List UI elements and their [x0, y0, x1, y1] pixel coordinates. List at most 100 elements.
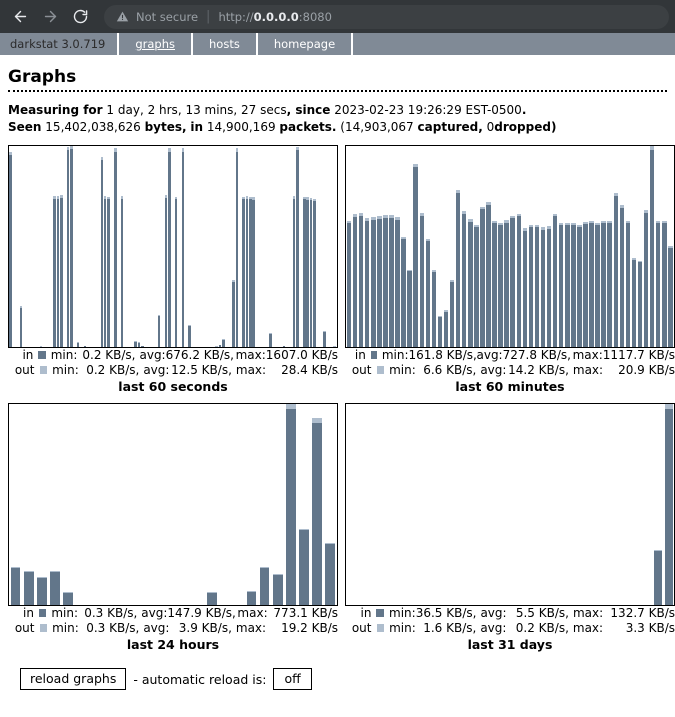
bar-in-segment: [498, 225, 503, 347]
legend-max-value: 773.1 KB/s: [273, 606, 338, 620]
bar-in-segment: [601, 223, 606, 347]
bytes-value: 15,402,038,626: [45, 120, 141, 134]
legend-min-label: min:: [52, 363, 79, 377]
bar-in-segment: [668, 248, 673, 347]
bar-in-segment: [480, 209, 485, 347]
address-bar[interactable]: Not secure | http://0.0.0.0:8080: [104, 4, 669, 29]
bar-in-segment: [631, 259, 637, 347]
bar-in-segment: [63, 592, 73, 605]
graph-plot: [8, 145, 338, 348]
legend-direction: in: [22, 348, 34, 362]
bar-in-segment: [352, 217, 358, 347]
graph-legend: in min: 0.2 KB/s, avg: 676.2 KB/s, max: 1607.0…: [8, 348, 338, 378]
nav-link-hosts[interactable]: hosts: [193, 33, 258, 55]
bar-in-segment: [346, 223, 352, 347]
darkstat-nav: darkstat 3.0.719 graphs hosts homepage: [0, 33, 675, 57]
bar-in-segment: [654, 551, 662, 605]
reload-graphs-button[interactable]: reload graphs: [20, 668, 127, 690]
back-button[interactable]: [6, 3, 34, 31]
legend-color-swatch: [376, 609, 385, 617]
bar-in-segment: [407, 271, 412, 347]
legend-min-value: 0.2 KB/s,: [82, 348, 136, 362]
reload-button[interactable]: [66, 3, 94, 31]
bar: [452, 404, 463, 605]
bar-in-segment: [437, 317, 443, 347]
warning-triangle-icon[interactable]: [116, 10, 129, 23]
bar-in-segment: [468, 221, 473, 347]
bar: [9, 404, 22, 605]
legend-max-label: max:: [235, 348, 266, 362]
seen-line: Seen 15,402,038,626 bytes, in 14,900,169…: [8, 119, 667, 136]
legend-avg-value: 3.9 KB/s,: [178, 621, 232, 635]
legend-min-value: 6.6 KB/s,: [423, 363, 477, 377]
auto-reload-toggle[interactable]: off: [273, 668, 312, 690]
legend-max-value: 132.7 KB/s: [610, 606, 675, 620]
bar-in-segment: [613, 196, 619, 347]
bar-in-segment: [546, 228, 552, 347]
legend-direction: out: [14, 363, 35, 377]
graph-legend: in min: 36.5 KB/s, avg: 5.5 KB/s, max: 132.7 K…: [345, 606, 675, 636]
bar-series: [9, 146, 337, 347]
bar-in-segment: [558, 225, 564, 347]
bar-in-segment: [425, 241, 431, 347]
bar-in-segment: [371, 219, 376, 347]
bar-in-segment: [325, 544, 336, 605]
nav-link-homepage[interactable]: homepage: [258, 33, 354, 55]
legend-min-value: 0.2 KB/s,: [86, 363, 140, 377]
legend-direction: out: [351, 363, 372, 377]
bar-in-segment: [259, 568, 270, 605]
bar-in-segment: [662, 223, 667, 347]
bar-in-segment: [383, 218, 388, 347]
legend-row-in: in min: 161.8 KB/s, avg: 727.8 KB/s, max: 1117…: [345, 348, 675, 363]
bar-in-segment: [413, 167, 418, 347]
bar: [232, 404, 245, 605]
bar: [589, 404, 600, 605]
legend-min-label: min:: [50, 348, 78, 362]
legend-direction: out: [351, 621, 372, 635]
legend-min-value: 0.3 KB/s,: [84, 606, 138, 620]
bar-in-segment: [312, 422, 322, 605]
legend-min-label: min:: [389, 606, 416, 620]
bar: [48, 404, 61, 605]
bar: [441, 404, 452, 605]
legend-avg-label: avg:: [476, 348, 503, 362]
legend-avg-label: avg:: [480, 363, 507, 377]
bar: [526, 404, 537, 605]
title-divider: [8, 90, 667, 92]
nav-link-graphs[interactable]: graphs: [119, 33, 193, 55]
bar: [324, 404, 337, 605]
legend-min-label: min:: [52, 621, 79, 635]
bar: [462, 404, 473, 605]
bar-in-segment: [664, 408, 673, 605]
legend-max-label: max:: [572, 621, 604, 635]
auto-reload-label: - automatic reload is:: [133, 671, 267, 687]
bar-series: [346, 404, 674, 605]
bar-in-segment: [443, 311, 449, 347]
brand-label: darkstat 3.0.719: [0, 33, 120, 55]
bar: [667, 146, 673, 347]
bar: [378, 404, 389, 605]
dropped-label: dropped): [494, 120, 557, 134]
legend-max-label: max:: [572, 363, 604, 377]
bar-in-segment: [395, 219, 400, 347]
legend-min-label: min:: [51, 606, 79, 620]
bar-in-segment: [492, 223, 497, 347]
bar: [311, 404, 324, 605]
legend-avg-label: avg:: [480, 621, 507, 635]
bar: [284, 404, 297, 605]
legend-avg-value: 727.8 KB/s,: [502, 348, 571, 362]
graph-plot: [345, 403, 675, 606]
arrow-right-icon: [42, 8, 59, 25]
bar-in-segment: [540, 229, 546, 347]
legend-direction: in: [22, 606, 34, 620]
bar-in-segment: [552, 216, 558, 347]
bar: [346, 404, 357, 605]
legend-min-label: min:: [389, 621, 416, 635]
legend-color-swatch: [38, 351, 46, 359]
bar-in-segment: [286, 408, 296, 605]
since-value: 2023-02-23 19:26:29 EST-0500: [334, 103, 522, 117]
url-port: :8080: [298, 9, 332, 24]
bar: [515, 404, 526, 605]
bar: [22, 404, 35, 605]
forward-button[interactable]: [36, 3, 64, 31]
